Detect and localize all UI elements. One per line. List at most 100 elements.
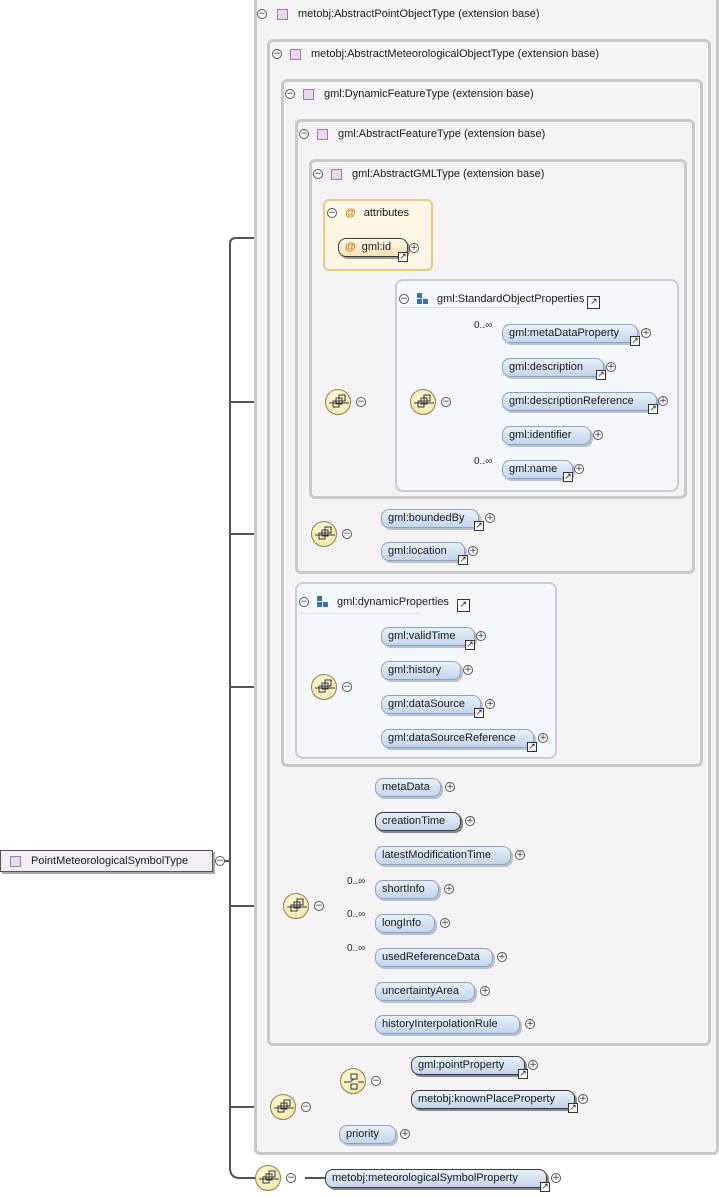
collapse-icon[interactable]: − — [272, 49, 282, 59]
element-gml-boundedby[interactable]: gml:boundedBy — [381, 509, 479, 528]
sequence-compositor-icon[interactable] — [311, 674, 337, 700]
expand-icon[interactable]: + — [485, 513, 495, 523]
expand-icon[interactable]: + — [476, 631, 486, 641]
link-icon[interactable]: ↗ — [458, 555, 468, 565]
complex-type-icon — [331, 168, 342, 180]
element-metadata[interactable]: metaData — [375, 778, 441, 797]
expand-icon[interactable]: + — [578, 1094, 588, 1104]
expand-icon[interactable]: + — [497, 952, 507, 962]
link-icon[interactable]: ↗ — [568, 1103, 578, 1113]
element-priority[interactable]: priority — [339, 1125, 396, 1144]
complex-type-icon — [303, 88, 314, 100]
choice-compositor-icon[interactable] — [340, 1068, 366, 1094]
element-longinfo[interactable]: longInfo — [375, 914, 435, 933]
expand-icon[interactable]: + — [480, 986, 490, 996]
link-icon[interactable]: ↗ — [527, 742, 537, 752]
collapse-icon[interactable]: − — [371, 1076, 381, 1086]
expand-icon[interactable]: + — [440, 918, 450, 928]
standard-object-properties-title[interactable]: gml:StandardObjectProperties — [437, 293, 584, 305]
expand-icon[interactable]: + — [515, 850, 525, 860]
element-creationtime[interactable]: creationTime — [375, 812, 461, 831]
collapse-icon[interactable]: − — [327, 208, 337, 218]
expand-icon[interactable]: + — [528, 1060, 538, 1070]
expand-icon[interactable]: + — [641, 328, 651, 338]
element-gml-descriptionreference[interactable]: gml:descriptionReference — [502, 392, 657, 411]
link-icon[interactable]: ↗ — [648, 404, 658, 414]
collapse-icon[interactable]: − — [299, 596, 309, 607]
element-metobj-knownplaceproperty[interactable]: metobj:knownPlaceProperty — [411, 1090, 575, 1109]
cardinality-label: 0..∞ — [347, 943, 366, 954]
attributes-title: attributes — [363, 207, 409, 219]
link-icon[interactable]: ↗ — [474, 521, 484, 531]
link-icon[interactable]: ↗ — [596, 370, 606, 380]
sequence-compositor-icon[interactable] — [410, 389, 436, 415]
element-latestmodificationtime[interactable]: latestModificationTime — [375, 846, 511, 865]
sequence-compositor-icon[interactable] — [270, 1094, 296, 1120]
collapse-icon[interactable]: − — [342, 529, 352, 539]
group-divider — [300, 613, 420, 614]
complex-type-icon — [317, 128, 328, 140]
expand-icon[interactable]: + — [465, 816, 475, 826]
element-gml-datasource[interactable]: gml:dataSource — [381, 695, 481, 714]
link-icon[interactable]: ↗ — [474, 708, 484, 718]
sequence-compositor-icon[interactable] — [283, 893, 309, 919]
meteorological-object-base-label: metobj:AbstractMeteorologicalObjectType … — [311, 48, 599, 60]
dynamic-feature-base-header: − gml:DynamicFeatureType (extension base… — [285, 88, 534, 100]
element-gml-datasourcereference[interactable]: gml:dataSourceReference — [381, 729, 534, 748]
link-icon[interactable]: ↗ — [563, 472, 573, 482]
expand-icon[interactable]: + — [409, 243, 419, 253]
element-gml-description[interactable]: gml:description — [502, 358, 604, 377]
expand-icon[interactable]: + — [485, 699, 495, 709]
expand-icon[interactable]: + — [658, 396, 668, 406]
element-historyinterpolationrule[interactable]: historyInterpolationRule — [375, 1015, 520, 1034]
collapse-icon[interactable]: − — [286, 1173, 296, 1183]
collapse-icon[interactable]: − — [299, 129, 309, 139]
collapse-icon[interactable]: − — [342, 682, 352, 692]
expand-icon[interactable]: + — [606, 362, 616, 372]
collapse-icon[interactable]: − — [285, 89, 295, 99]
collapse-icon[interactable]: − — [399, 293, 409, 304]
link-icon[interactable]: ↗ — [540, 1182, 550, 1192]
expand-icon[interactable]: + — [400, 1129, 410, 1139]
element-gml-history[interactable]: gml:history — [381, 661, 461, 680]
link-icon[interactable]: ↗ — [398, 252, 408, 262]
link-icon[interactable]: ↗ — [630, 336, 640, 346]
element-usedreferencedata[interactable]: usedReferenceData — [375, 948, 493, 967]
collapse-icon[interactable]: − — [301, 1102, 311, 1112]
collapse-icon[interactable]: − — [257, 9, 267, 19]
link-icon[interactable]: ↗ — [465, 640, 475, 650]
element-gml-validtime[interactable]: gml:validTime — [381, 627, 475, 646]
element-gml-identifier[interactable]: gml:identifier — [502, 426, 591, 445]
collapse-icon[interactable]: − — [356, 397, 366, 407]
link-icon[interactable]: ↗ — [518, 1069, 528, 1079]
expand-icon[interactable]: + — [593, 430, 603, 440]
cardinality-label: 0..∞ — [347, 909, 366, 920]
expand-icon[interactable]: + — [445, 782, 455, 792]
element-metobj-meteorologicalsymbolproperty[interactable]: metobj:meteorologicalSymbolProperty — [325, 1169, 547, 1188]
abstract-feature-base-header: − gml:AbstractFeatureType (extension bas… — [299, 128, 545, 140]
element-gml-pointproperty[interactable]: gml:pointProperty — [411, 1056, 525, 1075]
expand-icon[interactable]: + — [444, 884, 454, 894]
element-uncertaintyarea[interactable]: uncertaintyArea — [375, 982, 475, 1001]
collapse-icon[interactable]: − — [215, 856, 225, 866]
root-type-box[interactable]: PointMeteorologicalSymbolType — [0, 850, 213, 872]
expand-icon[interactable]: + — [468, 546, 478, 556]
sequence-compositor-icon[interactable] — [255, 1165, 281, 1191]
collapse-icon[interactable]: − — [313, 169, 323, 179]
expand-icon[interactable]: + — [463, 665, 473, 675]
expand-icon[interactable]: + — [538, 733, 548, 743]
element-gml-location[interactable]: gml:location — [381, 542, 465, 561]
root-type-label: PointMeteorologicalSymbolType — [31, 855, 189, 867]
link-icon[interactable]: ↗ — [587, 296, 601, 309]
element-shortinfo[interactable]: shortInfo — [375, 880, 439, 899]
link-icon[interactable]: ↗ — [456, 599, 470, 612]
collapse-icon[interactable]: − — [441, 397, 451, 407]
dynamic-properties-title[interactable]: gml:dynamicProperties — [337, 596, 449, 608]
expand-icon[interactable]: + — [574, 464, 584, 474]
sequence-compositor-icon[interactable] — [311, 521, 337, 547]
expand-icon[interactable]: + — [551, 1173, 561, 1183]
collapse-icon[interactable]: − — [314, 901, 324, 911]
expand-icon[interactable]: + — [525, 1019, 535, 1029]
sequence-compositor-icon[interactable] — [325, 389, 351, 415]
element-gml-metadataproperty[interactable]: gml:metaDataProperty — [502, 324, 638, 343]
